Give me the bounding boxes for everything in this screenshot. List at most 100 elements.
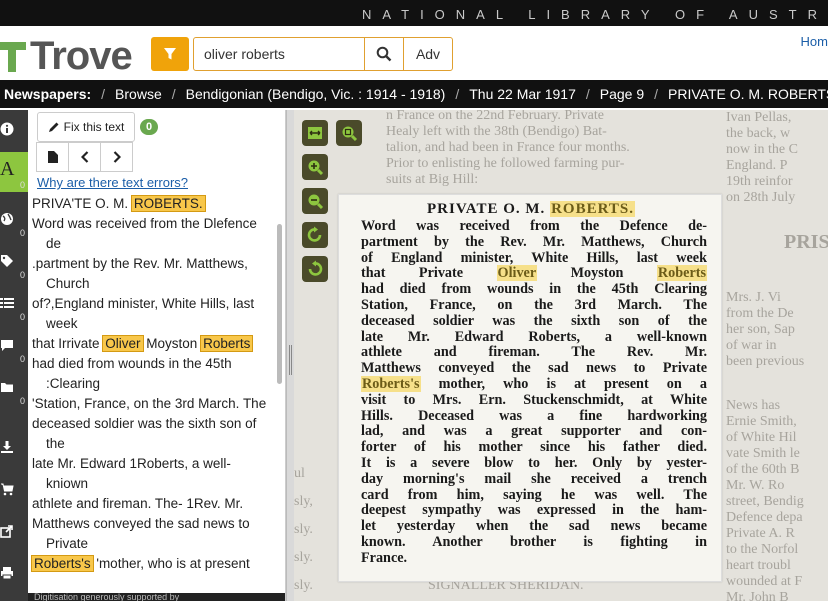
next-article-button[interactable]: [100, 142, 133, 172]
tool-strip: A 0 0 0 0 0 0: [0, 110, 28, 601]
fit-width-button[interactable]: [302, 120, 328, 146]
breadcrumb-date[interactable]: Thu 22 Mar 1917: [469, 86, 576, 102]
info-tool[interactable]: [0, 110, 28, 150]
article-line: forter of his mother since his father di…: [361, 439, 707, 456]
filter-button[interactable]: [151, 37, 189, 71]
breadcrumb-newspapers[interactable]: Newspapers:: [4, 86, 91, 102]
digitisation-note: Digitisation generously supported by: [28, 593, 285, 601]
ocr-line: late Mr. Edward 1Roberts, a well- kniown: [32, 456, 231, 491]
zoom-article-button[interactable]: [336, 120, 362, 146]
image-highlight: ROBERTS.: [550, 201, 635, 217]
search-button[interactable]: [364, 37, 404, 71]
view-article-button[interactable]: [36, 142, 69, 172]
scroll-thumb[interactable]: [277, 224, 282, 384]
surrounding-text-right: Ivan Pellas, the back, w now in the C En…: [726, 110, 798, 205]
ocr-line: athlete and fireman. The- 1Rev. Mr.: [32, 496, 244, 511]
tag-tool[interactable]: 0: [0, 242, 28, 282]
folder-tool[interactable]: 0: [0, 368, 28, 408]
print-tool[interactable]: [0, 554, 28, 594]
folder-icon: [1, 383, 13, 392]
share-tool[interactable]: [0, 512, 28, 552]
zoom-out-icon: [308, 194, 324, 210]
rotate-right-button[interactable]: [302, 222, 328, 248]
fix-text-button[interactable]: Fix this text: [37, 112, 135, 142]
zoom-in-button[interactable]: [302, 154, 328, 180]
image-highlight: Roberts: [656, 265, 707, 282]
text-scrollbar[interactable]: [274, 194, 284, 589]
breadcrumb-browse[interactable]: Browse: [115, 86, 162, 102]
comment-tool[interactable]: 0: [0, 326, 28, 366]
rotate-left-button[interactable]: [302, 256, 328, 282]
divider-grip[interactable]: [289, 345, 292, 375]
article-line: let yesterday when the sad news became: [361, 518, 707, 535]
surrounding-heading: PRIS: [784, 231, 828, 253]
logo-text: Trove: [30, 34, 133, 78]
home-link[interactable]: Hom: [801, 34, 828, 49]
surrounding-text-right-mid: Mrs. J. Vi from the De her son, Sap of w…: [726, 290, 805, 369]
breadcrumb-page[interactable]: Page 9: [600, 86, 644, 102]
header: Trove Adv Hom: [0, 26, 828, 80]
article-nav: [36, 142, 137, 172]
globe-icon: [1, 213, 13, 225]
text-errors-link[interactable]: Why are there text errors?: [37, 175, 188, 190]
tag-icon: [1, 255, 13, 267]
filter-icon: [164, 48, 176, 60]
article-line: day morning's mail she received a trench: [361, 470, 707, 487]
zoom-out-button[interactable]: [302, 188, 328, 214]
article-line: Matthews conveyed the sad news to Privat…: [361, 360, 707, 377]
ocr-line: Word was received from the Dlefence de: [32, 216, 257, 251]
breadcrumb-title[interactable]: Bendigonian (Bendigo, Vic. : 1914 - 1918…: [186, 86, 446, 102]
rotate-left-icon: [308, 260, 323, 276]
article-body: Word was received from the Defence de-pa…: [361, 218, 707, 567]
ocr-line: .partment by the Rev. Mr. Matthews, Chur…: [32, 256, 248, 291]
download-tool[interactable]: [0, 428, 28, 468]
surrounding-text-right-low: News has Ernie Smith, of White Hil vate …: [726, 398, 804, 601]
advanced-search-button[interactable]: Adv: [403, 37, 453, 71]
breadcrumb-article: PRIVATE O. M. ROBERTS: [668, 86, 828, 102]
ocr-line: had died from wounds in the 45th :Cleari…: [32, 356, 232, 391]
ocr-line: PRIVA'TE O. M. ROBERTS.: [32, 195, 206, 212]
download-icon: [1, 441, 13, 453]
search-highlight: Roberts's: [31, 555, 94, 572]
fix-text-label: Fix this text: [63, 120, 125, 134]
ocr-line: of?,England minister, White Hills, last …: [32, 296, 255, 331]
rotate-right-icon: [307, 226, 322, 242]
ocr-line: Matthews conveyed the sad news to Privat…: [32, 516, 250, 551]
folder-count: 0: [19, 396, 25, 406]
trove-logo[interactable]: Trove: [0, 34, 133, 79]
article-line: had died from wounds in the 45th Clearin…: [361, 281, 707, 298]
ocr-line: deceased soldier was the sixth son of th…: [32, 416, 257, 451]
text-tool[interactable]: A 0: [0, 152, 28, 192]
chevron-left-icon: [80, 151, 88, 163]
text-icon: A: [0, 158, 15, 180]
panel-divider[interactable]: [286, 110, 294, 601]
image-highlight: Oliver: [496, 265, 538, 282]
cart-tool[interactable]: [0, 470, 28, 510]
search-highlight: Roberts: [200, 335, 254, 352]
page-viewer[interactable]: n France on the 22nd February. Private H…: [294, 110, 828, 601]
document-icon: [47, 151, 58, 163]
text-panel: Fix this text 0 Why are there text error…: [28, 110, 286, 601]
text-count: 0: [19, 180, 25, 190]
globe-tool[interactable]: 0: [0, 200, 28, 240]
article-line: card from him, saying he was well. The: [361, 486, 707, 503]
article-line: France.: [361, 549, 408, 566]
article-line: late Mr. Edward Roberts, a well-known: [361, 328, 707, 345]
search-input[interactable]: [193, 37, 365, 71]
info-icon: [0, 122, 14, 136]
share-icon: [0, 525, 13, 538]
prev-article-button[interactable]: [68, 142, 101, 172]
list-tool[interactable]: 0: [0, 284, 28, 324]
article-title: PRIVATE O. M. ROBERTS.: [427, 201, 635, 217]
list-icon: [0, 298, 14, 308]
article-line: of England minister, White Hills, last w…: [361, 249, 707, 266]
search-highlight: ROBERTS.: [130, 195, 206, 212]
print-icon: [1, 567, 13, 580]
tag-count: 0: [19, 270, 25, 280]
article-clipping: PRIVATE O. M. ROBERTS. Word was received…: [338, 194, 722, 582]
image-highlight: Roberts's: [361, 375, 421, 392]
list-count: 0: [19, 312, 25, 322]
cart-icon: [1, 483, 14, 496]
pencil-icon: [48, 122, 59, 132]
ocr-line: Roberts's 'mother, who is at present: [31, 555, 250, 572]
